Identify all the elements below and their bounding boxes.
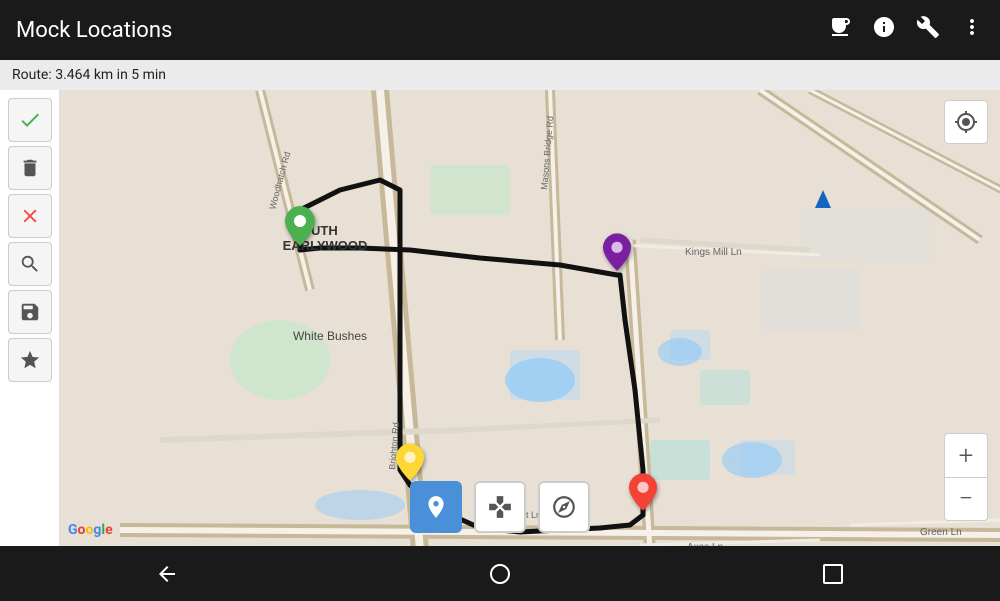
- svg-text:Green Ln: Green Ln: [920, 527, 962, 538]
- coffee-icon[interactable]: [828, 15, 852, 45]
- route-text: Route: 3.464 km in 5 min: [12, 67, 166, 83]
- zoom-in-button[interactable]: +: [944, 433, 988, 477]
- save-button[interactable]: [8, 290, 52, 334]
- end-pin[interactable]: [629, 473, 657, 515]
- start-pin[interactable]: [285, 206, 315, 250]
- bottom-navigation: [0, 546, 1000, 601]
- home-button[interactable]: [470, 554, 530, 594]
- clear-button[interactable]: [8, 194, 52, 238]
- back-button[interactable]: [137, 554, 197, 594]
- sidebar: [0, 90, 60, 546]
- confirm-button[interactable]: [8, 98, 52, 142]
- app-title: Mock Locations: [16, 18, 172, 43]
- recents-button[interactable]: [803, 554, 863, 594]
- settings-icon[interactable]: [916, 15, 940, 45]
- location-button[interactable]: [944, 100, 988, 144]
- topbar-icons: [828, 15, 984, 45]
- svg-text:Kings Mill Ln: Kings Mill Ln: [685, 247, 742, 258]
- search-button[interactable]: [8, 242, 52, 286]
- compass-button[interactable]: [538, 481, 590, 533]
- svg-text:White Bushes: White Bushes: [293, 329, 367, 343]
- delete-button[interactable]: [8, 146, 52, 190]
- favorites-button[interactable]: [8, 338, 52, 382]
- google-logo: Google: [68, 522, 113, 538]
- map-area[interactable]: SOUTH EARLYWOOD White Bushes Salfords Ax…: [60, 90, 1000, 546]
- waypoint-pin[interactable]: [603, 233, 631, 275]
- waypoint2-pin[interactable]: [396, 443, 424, 485]
- map-svg: SOUTH EARLYWOOD White Bushes Salfords Ax…: [60, 90, 1000, 546]
- gamepad-button[interactable]: [474, 481, 526, 533]
- more-options-icon[interactable]: [960, 15, 984, 45]
- zoom-controls: + −: [944, 433, 988, 521]
- map-bottom-buttons: [410, 481, 590, 533]
- route-info-bar: Route: 3.464 km in 5 min: [0, 60, 1000, 90]
- info-icon[interactable]: [872, 15, 896, 45]
- map-type-button[interactable]: [410, 481, 462, 533]
- top-bar: Mock Locations: [0, 0, 1000, 60]
- zoom-out-button[interactable]: −: [944, 477, 988, 521]
